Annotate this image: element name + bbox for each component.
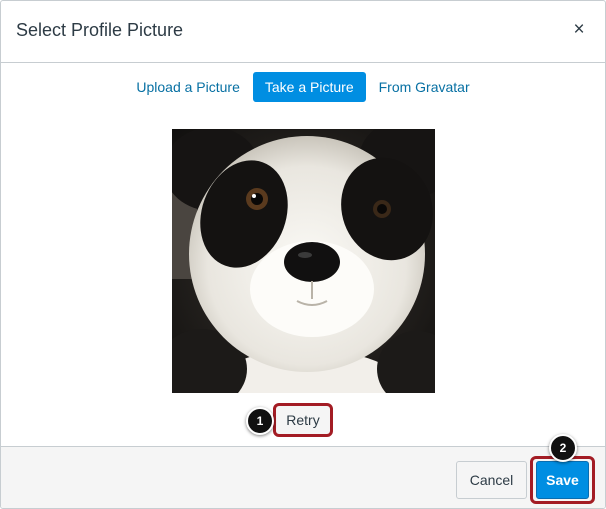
picture-source-tabs: Upload a Picture Take a Picture From Gra…: [1, 72, 605, 102]
tab-from-gravatar[interactable]: From Gravatar: [372, 72, 477, 102]
close-icon[interactable]: ×: [569, 19, 589, 41]
step-callout-1: 1: [246, 407, 274, 435]
webcam-photo-preview: [172, 129, 435, 393]
select-profile-picture-dialog: Select Profile Picture × Upload a Pictur…: [0, 0, 606, 509]
retry-button[interactable]: Retry: [273, 403, 333, 437]
dialog-footer: Cancel Save: [1, 446, 605, 508]
dialog-title: Select Profile Picture: [16, 20, 184, 40]
save-button-highlight: Save: [530, 456, 595, 504]
save-button[interactable]: Save: [536, 461, 589, 499]
tab-upload-a-picture[interactable]: Upload a Picture: [129, 72, 247, 102]
step-callout-2: 2: [549, 434, 577, 462]
panda-photo-image: [172, 129, 435, 393]
cancel-button[interactable]: Cancel: [456, 461, 527, 499]
tab-take-a-picture[interactable]: Take a Picture: [252, 72, 366, 102]
dialog-header: Select Profile Picture ×: [1, 1, 605, 63]
